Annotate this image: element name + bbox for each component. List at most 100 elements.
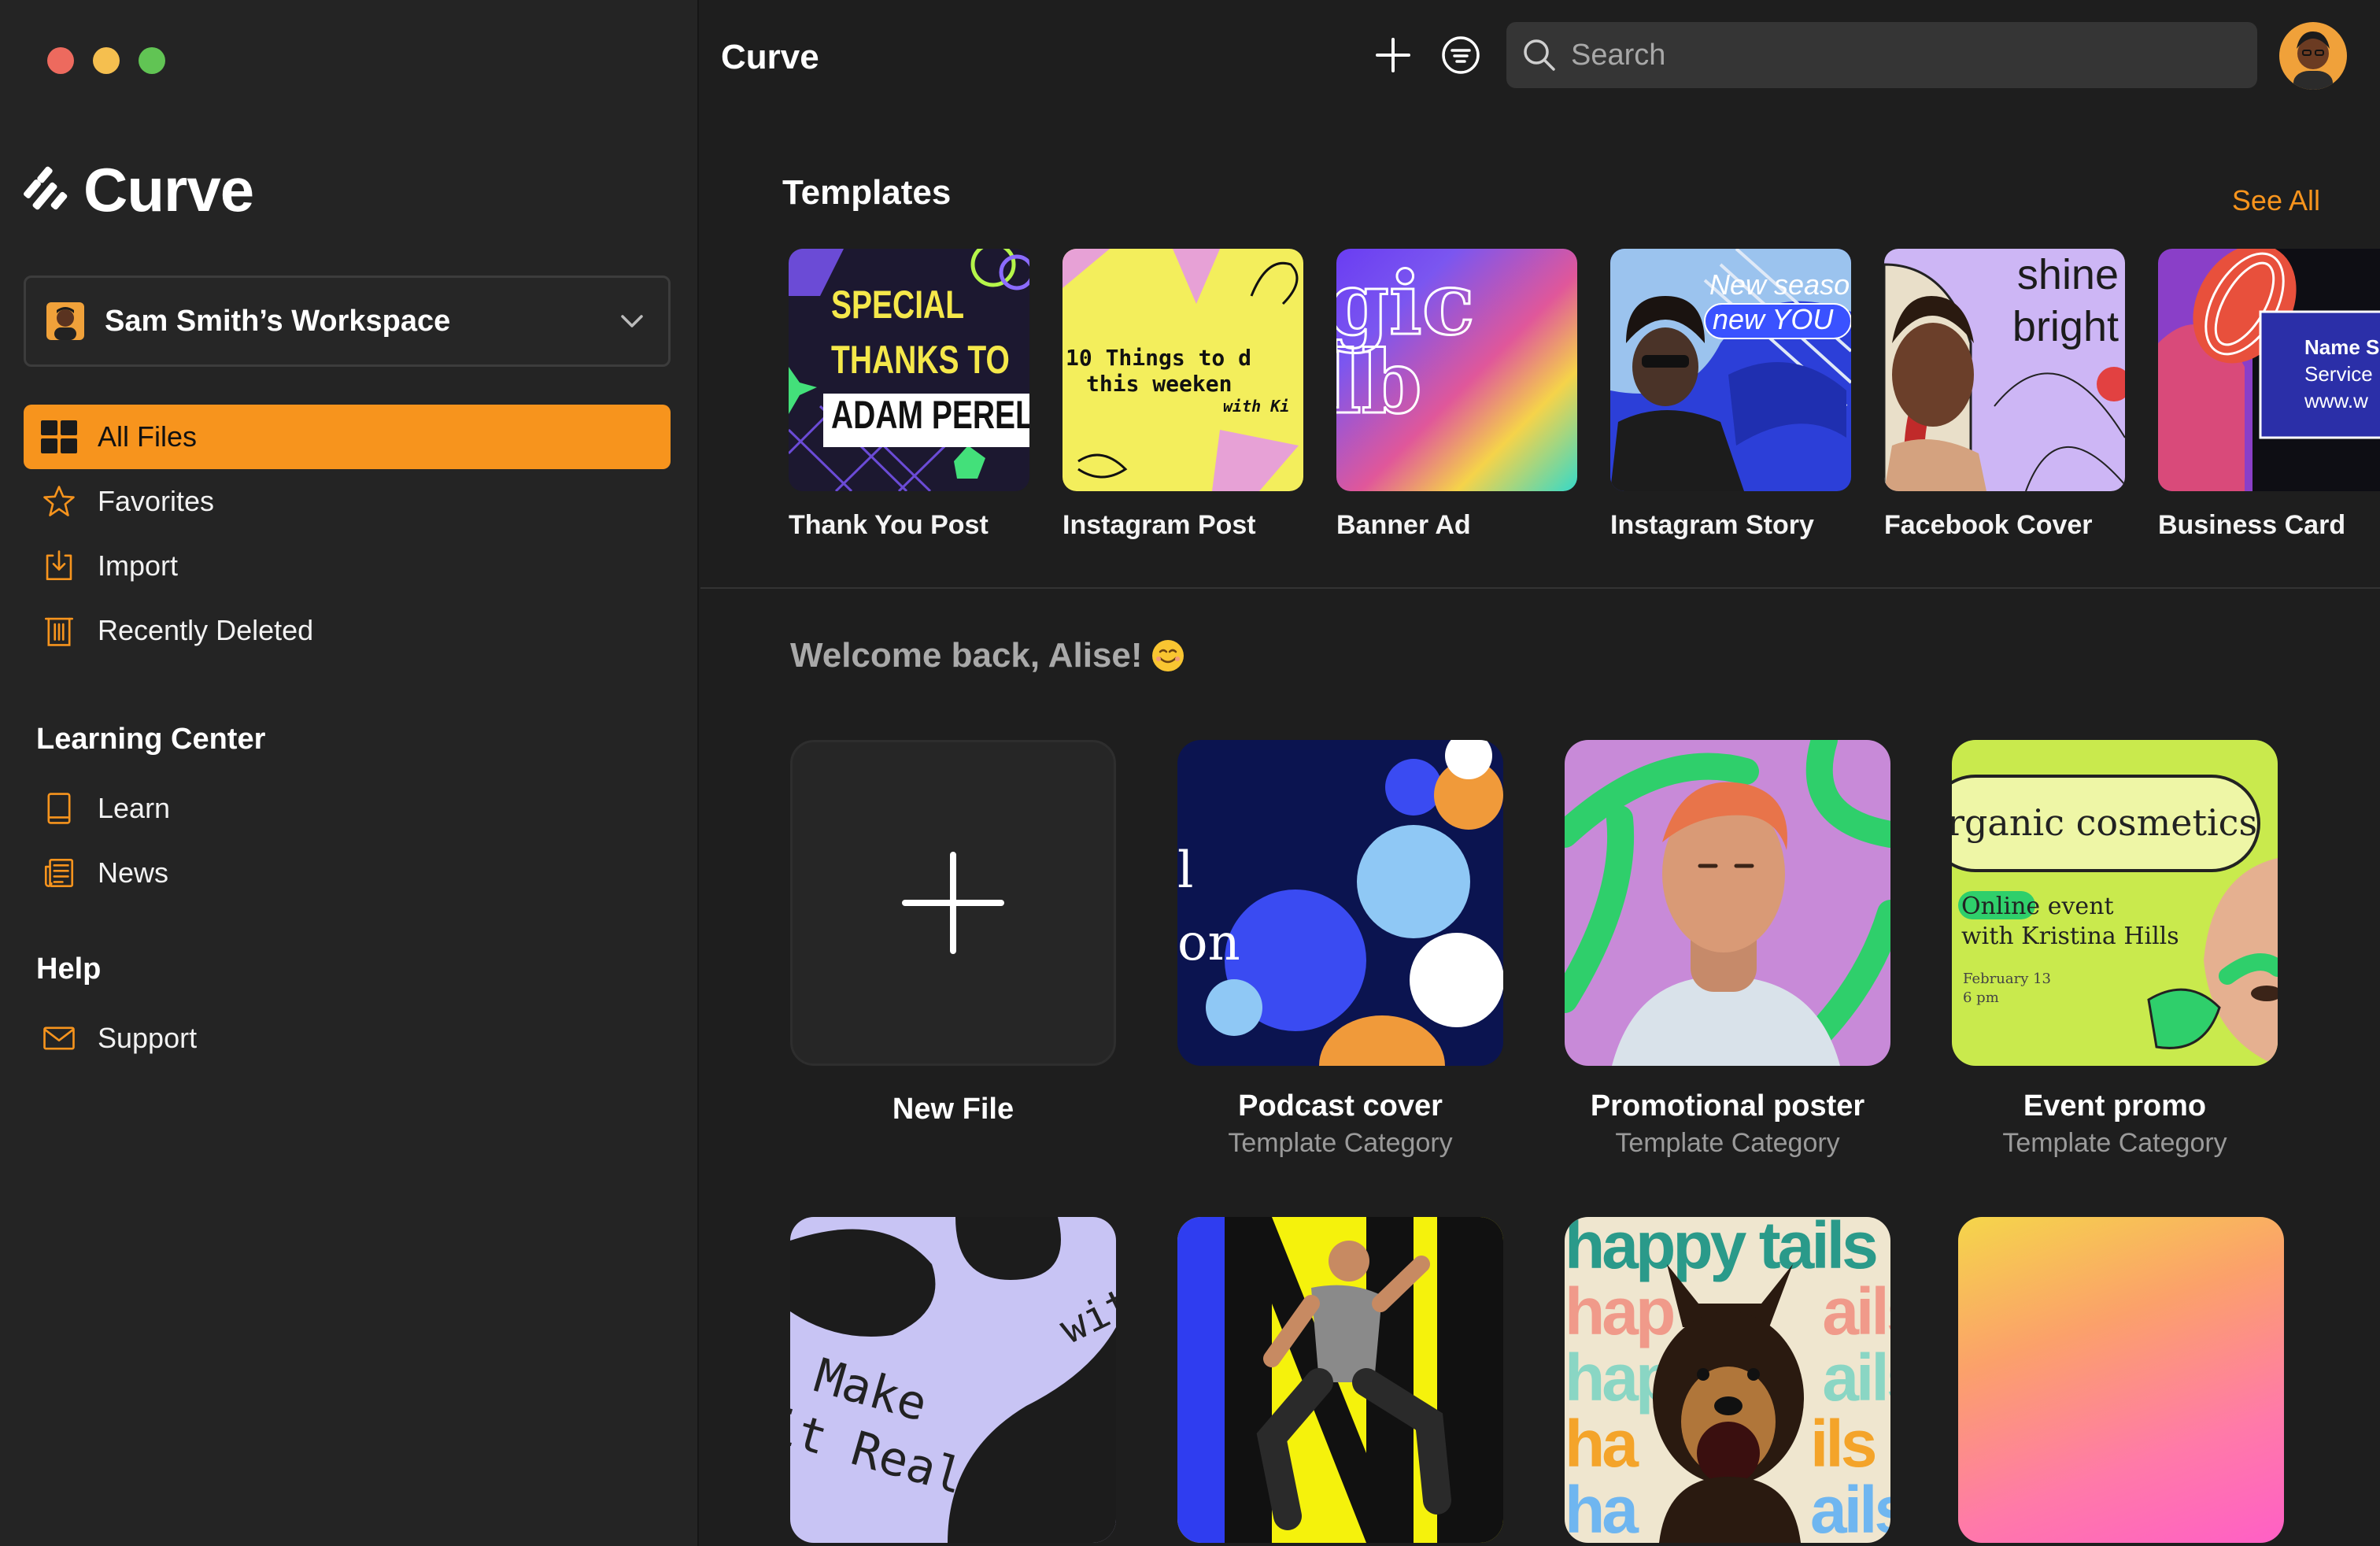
search-icon [1524,39,1555,71]
see-all-link[interactable]: See All [2232,184,2320,217]
grid-icon [39,417,79,457]
template-card-instagram-post[interactable]: 10 Things to d this weeken with Ki Insta… [1062,249,1303,541]
file-text: February 13 [1963,971,2052,987]
file-text: event [2047,893,2114,920]
template-label: Facebook Cover [1884,510,2093,540]
template-text: new YOU [1713,303,1834,335]
add-icon[interactable] [1371,33,1415,77]
file-text: l [1177,841,1194,900]
file-card-happy-tails[interactable]: happy tails hapails hapails hails haails [1565,1217,1890,1543]
file-text: on [1177,914,1240,972]
file-card-event-promo[interactable]: rganic cosmetics Online event with Krist… [1952,740,2278,1159]
file-thumbnail: rganic cosmetics Online event with Krist… [1952,740,2278,1066]
template-card-business-card[interactable]: Name S Service www.w Business Card [2158,249,2380,541]
template-label: Business Card [2158,510,2346,540]
nav-support[interactable]: Support [24,1006,671,1071]
file-card-podcast-cover[interactable]: l on Podcast cover Template Category [1177,740,1503,1159]
curve-logo-icon [24,166,68,209]
file-subtitle: Template Category [2002,1128,2227,1158]
file-thumbnail: happy tails hapails hapails hails haails [1565,1217,1890,1543]
file-thumbnail [1565,740,1890,1066]
file-subtitle: Template Category [1615,1128,1840,1158]
template-text: 10 Things to d [1066,345,1252,371]
file-thumbnail [1177,1217,1503,1543]
file-card-gradient[interactable] [1958,1217,2284,1543]
new-file-tile[interactable] [790,740,1116,1066]
file-card-make-it-real[interactable]: Make it Real wit [790,1217,1116,1543]
template-text: THANKS TO [831,338,1010,382]
close-window-button[interactable] [47,47,74,74]
file-text: Online [1961,893,2041,920]
window-controls [47,47,165,74]
file-card-fitness[interactable] [1177,1217,1503,1543]
file-thumbnail [1958,1217,2284,1543]
nav-learn[interactable]: Learn [24,776,671,841]
welcome-text: Welcome back, Alise! [790,636,1143,675]
file-card-promotional-poster[interactable]: Promotional poster Template Category [1565,740,1890,1159]
user-avatar[interactable] [2279,22,2347,90]
template-thumbnail: gic lb [1336,249,1577,491]
logo-text: Curve [83,155,254,224]
template-card-facebook-cover[interactable]: shine bright Facebook Cover [1884,249,2125,541]
template-text: shine [2016,251,2119,298]
template-text: Service [2304,362,2373,386]
file-text: 6 pm [1963,989,1999,1006]
nav-import[interactable]: Import [24,534,671,598]
workspace-selector[interactable]: Sam Smith’s Workspace [24,276,671,367]
workspace-avatar [46,302,84,340]
file-subtitle: Template Category [1228,1128,1453,1158]
template-thumbnail: SPECIAL THANKS TO ADAM PEREL [789,249,1029,491]
template-text: lb [1336,331,1423,433]
new-file-label: New File [892,1093,1014,1126]
learning-center-heading: Learning Center [36,723,266,756]
nav-label: News [98,856,169,889]
template-text: www.w [2304,389,2368,412]
template-text: SPECIAL [831,283,965,327]
app-logo: Curve [24,154,254,226]
top-bar: Curve [700,0,2380,118]
filter-icon[interactable] [1439,33,1483,77]
app-title: Curve [721,38,819,76]
maximize-window-button[interactable] [139,47,165,74]
templates-heading: Templates [782,173,952,212]
plus-icon [902,852,1004,954]
template-text: Name S [2304,335,2380,359]
search-bar[interactable] [1506,22,2257,88]
nav-label: Import [98,549,179,582]
workspace-name: Sam Smith’s Workspace [105,304,451,338]
file-text: rganic cosmetics [1952,801,2258,844]
template-thumbnail: 10 Things to d this weeken with Ki [1062,249,1303,491]
welcome-message: Welcome back, Alise! 😊 [790,636,1185,675]
nav-favorites[interactable]: Favorites [24,469,671,534]
trash-icon [39,611,79,650]
new-file-card[interactable]: New File [790,740,1116,1126]
nav-label: Support [98,1022,198,1054]
file-text: with Kristina Hills [1961,923,2179,950]
template-label: Instagram Story [1610,510,1814,540]
nav-label: Learn [98,792,171,824]
template-card-thank-you-post[interactable]: SPECIAL THANKS TO ADAM PEREL Thank You P… [789,249,1029,541]
search-input[interactable] [1571,38,2216,72]
nav-all-files[interactable]: All Files [24,405,671,469]
file-title: Event promo [2023,1089,2207,1123]
template-thumbnail: New seaso new YOU [1610,249,1851,491]
template-text: bright [2012,303,2119,350]
smile-emoji-icon [1151,640,1184,671]
nav-news[interactable]: News [24,841,671,905]
chevron-down-icon [621,315,643,327]
import-icon [39,546,79,586]
template-thumbnail: shine bright [1884,249,2125,491]
template-card-banner-ad[interactable]: gic lb Banner Ad [1336,249,1577,541]
nav-label: Favorites [98,485,215,517]
template-text: New seaso [1709,268,1850,301]
template-text: ADAM PEREL [831,393,1029,437]
template-text: with Ki [1223,397,1290,416]
file-thumbnail: l on [1177,740,1503,1066]
nav-recently-deleted[interactable]: Recently Deleted [24,598,671,663]
mail-icon [39,1019,79,1058]
template-card-instagram-story[interactable]: New seaso new YOU Instagram Story [1610,249,1851,541]
minimize-window-button[interactable] [93,47,120,74]
template-thumbnail: Name S Service www.w [2158,249,2380,491]
template-text: this weeken [1086,371,1232,397]
newspaper-icon [39,853,79,893]
